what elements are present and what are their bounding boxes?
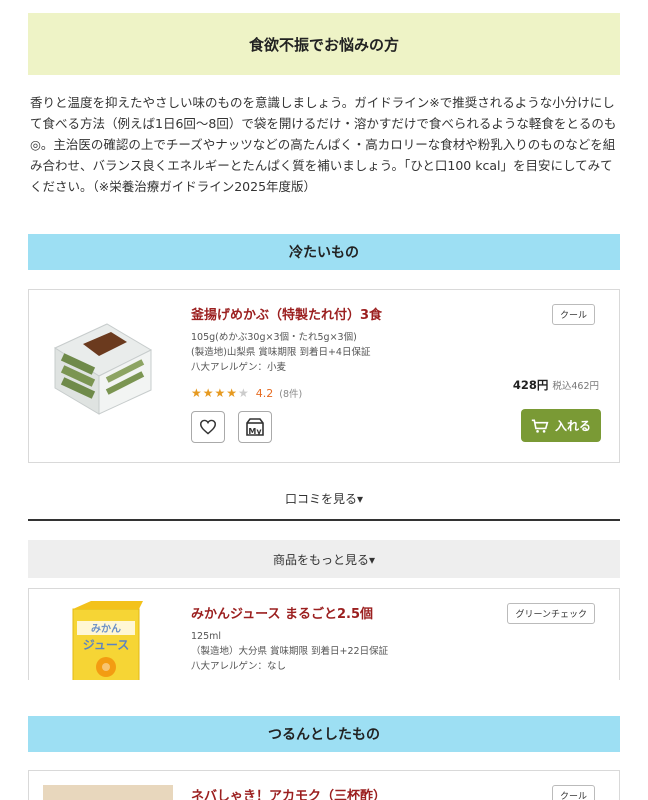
product-volume: 105g(めかぶ30g×3個・たれ5g×3個) bbox=[191, 332, 357, 343]
product-meta: 125ml （製造地）大分県 賞味期限 到着日+22日保証 八大アレルゲン：なし bbox=[191, 629, 388, 674]
section-title: つるんとしたもの bbox=[268, 727, 380, 743]
section-header-smooth: つるんとしたもの bbox=[28, 716, 620, 752]
add-to-cart-button[interactable]: 入れる bbox=[521, 409, 601, 442]
product-name-link[interactable]: ネバしゃき！アカモク（三杯酢） bbox=[191, 785, 386, 800]
product-name-link[interactable]: みかんジュース まるごと2.5個 bbox=[191, 603, 373, 622]
product-card: 釜揚げめかぶ（特製たれ付）3食 クール 105g(めかぶ30g×3個・たれ5g×… bbox=[28, 289, 620, 463]
add-to-cart-label: 入れる bbox=[554, 419, 591, 433]
heart-icon bbox=[199, 419, 217, 435]
intro-text: 香りと温度を抑えたやさしい味のものを意識しましょう。ガイドライン※で推奨されるよ… bbox=[30, 95, 617, 194]
cool-badge: クール bbox=[551, 785, 595, 800]
my-list-button[interactable]: My bbox=[238, 411, 272, 443]
product-allergen: 八大アレルゲン：小麦 bbox=[191, 362, 287, 373]
reviews-link[interactable]: 口コミを見る▾ bbox=[28, 490, 620, 507]
fade-overlay bbox=[28, 680, 620, 700]
top-banner: 食欲不振でお悩みの方 bbox=[28, 13, 620, 75]
product-meta: 105g(めかぶ30g×3個・たれ5g×3個) (製造地)山梨県 賞味期限 到着… bbox=[191, 330, 370, 375]
product-card: みかん ジュース みかんジュース まるごと2.5個 グリーンチェック 125ml… bbox=[28, 588, 620, 680]
mikan-juice-image: みかん ジュース bbox=[72, 601, 143, 680]
product-card: ネバしゃき！アカモク（三杯酢） クール bbox=[28, 770, 620, 800]
product-image[interactable] bbox=[47, 310, 157, 420]
my-list-label: My bbox=[248, 427, 262, 436]
section-header-cold: 冷たいもの bbox=[28, 234, 620, 270]
rating-count: (8件) bbox=[279, 389, 303, 400]
price-tax: 税込462円 bbox=[552, 381, 599, 392]
price: 428円 税込462円 bbox=[513, 377, 599, 393]
svg-text:ジュース: ジュース bbox=[83, 638, 130, 652]
product-name-link[interactable]: 釜揚げめかぶ（特製たれ付）3食 bbox=[191, 304, 382, 323]
product-allergen: 八大アレルゲン：なし bbox=[191, 661, 287, 672]
section-title: 冷たいもの bbox=[289, 245, 359, 261]
star-rating-icon: ★★★★★ bbox=[191, 386, 250, 400]
product-image[interactable] bbox=[43, 785, 173, 800]
price-main: 428円 bbox=[512, 378, 549, 392]
product-image[interactable]: みかん ジュース bbox=[71, 601, 145, 680]
svg-text:みかん: みかん bbox=[91, 623, 121, 635]
mekabu-pack-image bbox=[53, 323, 153, 415]
green-check-badge: グリーンチェック bbox=[507, 603, 595, 624]
product-volume: 125ml bbox=[191, 631, 222, 642]
product-origin: （製造地）大分県 賞味期限 到着日+22日保証 bbox=[191, 646, 389, 657]
rating-value: 4.2 bbox=[255, 386, 274, 400]
rating[interactable]: ★★★★★ 4.2 (8件) bbox=[191, 386, 302, 400]
favorite-button[interactable] bbox=[191, 411, 225, 443]
more-products-button[interactable]: 商品をもっと見る▾ bbox=[28, 540, 620, 578]
cart-icon bbox=[531, 418, 549, 433]
page-title: 食欲不振でお悩みの方 bbox=[248, 35, 399, 54]
cool-badge: クール bbox=[551, 304, 595, 325]
product-origin: (製造地)山梨県 賞味期限 到着日+4日保証 bbox=[191, 347, 371, 358]
divider bbox=[28, 519, 620, 521]
